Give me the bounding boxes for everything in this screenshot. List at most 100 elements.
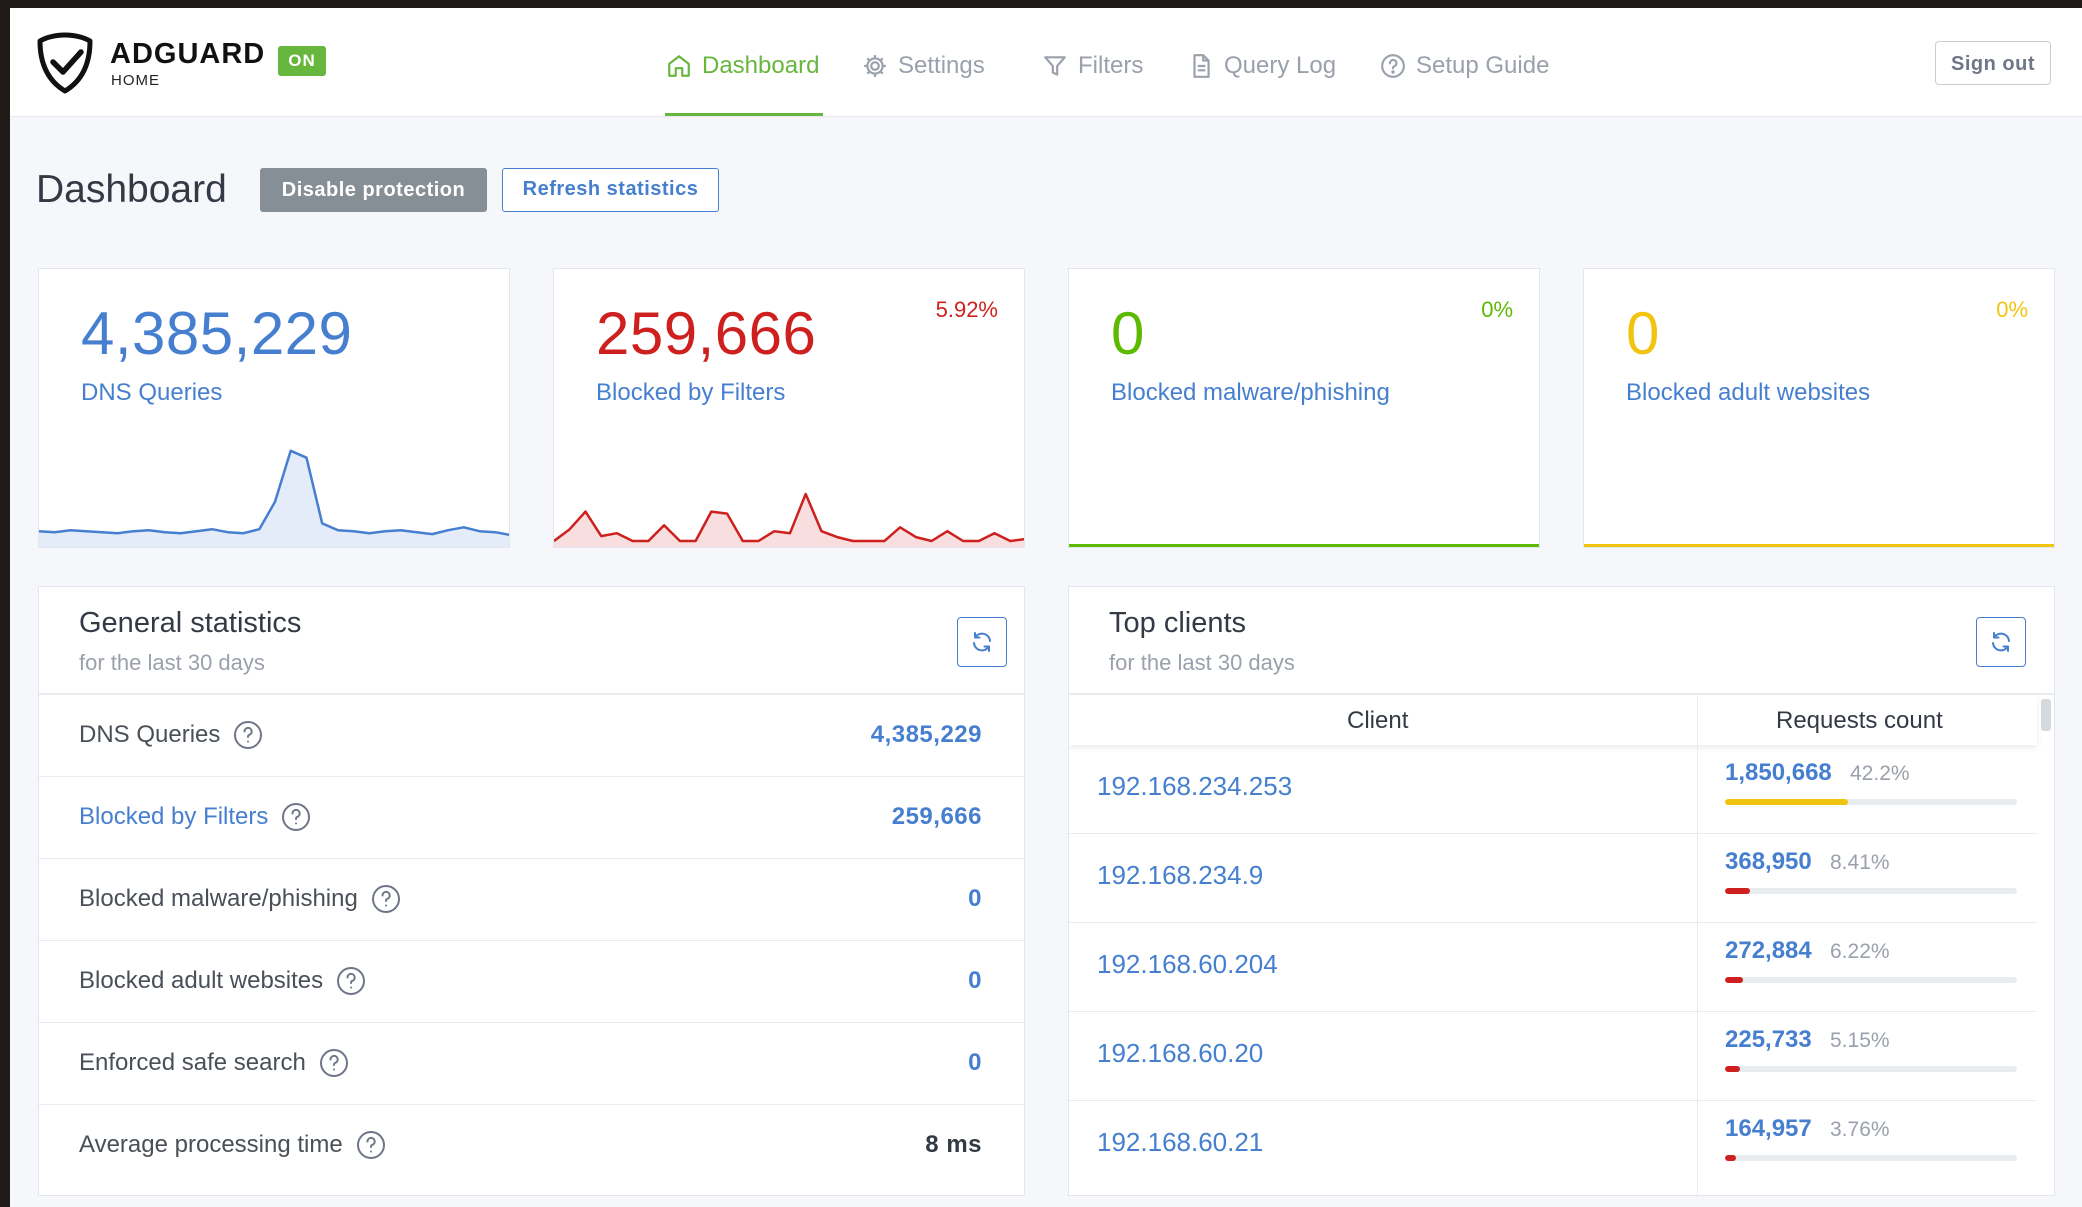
refresh-statistics-button[interactable]: Refresh statistics [502, 168, 719, 212]
client-row: 192.168.60.21 164,957 3.76% [1069, 1101, 2037, 1190]
stat-row-blocked-adult: Blocked adult websites 0 [39, 941, 1024, 1023]
nav-dashboard[interactable]: Dashboard [666, 46, 819, 86]
question-circle-icon[interactable] [318, 1047, 350, 1079]
stat-row-avg-processing-time: Average processing time 8 ms [39, 1105, 1024, 1187]
nav-settings-label: Settings [898, 52, 985, 79]
stat-label-text: Blocked malware/phishing [79, 885, 358, 912]
home-icon [668, 55, 690, 77]
dns-queries-count: 4,385,229 [81, 300, 353, 367]
blocked-adult-label: Blocked adult websites [1626, 379, 1871, 406]
client-request-count: 272,884 [1725, 937, 1812, 964]
sparkline-line [554, 492, 1024, 543]
disable-protection-button[interactable]: Disable protection [260, 168, 487, 212]
nav-query-log-label: Query Log [1224, 52, 1337, 79]
document-icon [1193, 54, 1210, 78]
client-ip-link[interactable]: 192.168.234.9 [1097, 860, 1263, 891]
top-clients-refresh-button[interactable] [1976, 617, 2026, 667]
stat-row-blocked-filters: Blocked by Filters 259,666 [39, 777, 1024, 859]
question-circle-icon[interactable] [280, 801, 312, 833]
client-share-bar [1725, 977, 2017, 983]
blocked-filters-percent: 5.92% [935, 297, 998, 322]
stat-value: 8 ms [925, 1131, 982, 1158]
question-circle-icon[interactable] [335, 965, 367, 997]
blocked-filters-sparkline [554, 492, 1024, 547]
page-title: Dashboard [36, 168, 227, 211]
nav-setup-guide[interactable]: Setup Guide [1380, 46, 1549, 86]
stat-row-blocked-malware: Blocked malware/phishing 0 [39, 859, 1024, 941]
malware-chart-baseline [1069, 544, 1539, 547]
blocked-malware-label: Blocked malware/phishing [1111, 379, 1390, 406]
blocked-filters-card: 259,666 Blocked by Filters 5.92% [553, 268, 1025, 548]
client-share-bar [1725, 799, 2017, 805]
stat-label[interactable]: Blocked by Filters [79, 801, 312, 833]
stat-label-text: DNS Queries [79, 721, 221, 748]
dns-queries-label: DNS Queries [81, 379, 223, 406]
client-request-percent: 6.22% [1830, 940, 1890, 963]
general-statistics-subtitle: for the last 30 days [79, 650, 265, 675]
nav-dashboard-label: Dashboard [702, 52, 820, 79]
stat-value: 259,666 [891, 803, 982, 830]
stat-label: Enforced safe search [79, 1047, 350, 1079]
stat-label: DNS Queries [79, 719, 264, 751]
client-ip-link[interactable]: 192.168.60.21 [1097, 1127, 1263, 1158]
blocked-malware-percent: 0% [1481, 297, 1513, 322]
client-ip-link[interactable]: 192.168.60.20 [1097, 1038, 1263, 1069]
client-share-bar [1725, 1155, 2017, 1161]
blocked-filters-count: 259,666 [596, 300, 817, 367]
app-window: ADGUARD HOME ON Dashboard Settings Filte… [10, 8, 2082, 1207]
client-share-bar-fill [1725, 888, 1750, 894]
top-header: ADGUARD HOME ON Dashboard Settings Filte… [10, 8, 2082, 117]
question-circle-icon[interactable] [355, 1129, 387, 1161]
blocked-adult-percent: 0% [1996, 297, 2028, 322]
nav-filters[interactable]: Filters [1042, 46, 1143, 86]
top-clients-panel: Top clients for the last 30 days Client … [1068, 586, 2055, 1196]
brand-subtitle: HOME [111, 72, 160, 89]
blocked-filters-label: Blocked by Filters [596, 379, 786, 406]
stat-row-safe-search: Enforced safe search 0 [39, 1023, 1024, 1105]
top-clients-title: Top clients [1109, 607, 1247, 639]
stat-value: 0 [968, 967, 982, 994]
nav-settings[interactable]: Settings [862, 46, 985, 86]
client-ip-link[interactable]: 192.168.60.204 [1097, 949, 1278, 980]
client-row: 192.168.234.9 368,950 8.41% [1069, 834, 2037, 923]
nav-filters-label: Filters [1078, 52, 1144, 79]
refresh-icon [973, 632, 991, 652]
sign-out-button[interactable]: Sign out [1935, 41, 2051, 85]
stat-row-dns-queries: DNS Queries 4,385,229 [39, 695, 1024, 777]
client-share-bar-fill [1725, 1155, 1736, 1161]
stat-label-text: Average processing time [79, 1131, 343, 1158]
question-circle-icon[interactable] [370, 883, 402, 915]
general-statistics-title: General statistics [79, 607, 302, 639]
gear-icon [864, 55, 886, 77]
general-statistics-refresh-button[interactable] [957, 617, 1007, 667]
general-statistics-panel: General statistics for the last 30 days … [38, 586, 1025, 1196]
question-circle-icon[interactable] [232, 719, 264, 751]
stat-label-text[interactable]: Blocked by Filters [79, 803, 268, 831]
nav-query-log[interactable]: Query Log [1188, 46, 1336, 86]
client-row: 192.168.234.253 1,850,668 42.2% [1069, 745, 2037, 834]
client-row: 192.168.60.20 225,733 5.15% [1069, 1012, 2037, 1101]
blocked-malware-card: 0 Blocked malware/phishing 0% [1068, 268, 1540, 548]
client-request-percent: 3.76% [1830, 1118, 1890, 1141]
table-scrollbar[interactable] [2041, 699, 2051, 731]
client-ip-link[interactable]: 192.168.234.253 [1097, 771, 1292, 802]
stat-label-text: Enforced safe search [79, 1049, 306, 1076]
client-request-count: 225,733 [1725, 1026, 1812, 1053]
stat-label: Blocked malware/phishing [79, 883, 402, 915]
client-share-bar-fill [1725, 1066, 1741, 1072]
column-header-requests-count[interactable]: Requests count [1776, 707, 1943, 735]
blocked-adult-card: 0 Blocked adult websites 0% [1583, 268, 2055, 548]
brand-name: ADGUARD [110, 38, 266, 70]
help-circle-icon [1381, 54, 1405, 78]
refresh-icon [1992, 632, 2010, 652]
stat-value: 0 [968, 885, 982, 912]
client-request-percent: 8.41% [1830, 851, 1890, 874]
client-share-bar-fill [1725, 977, 1744, 983]
filter-icon [1044, 56, 1066, 76]
client-share-bar-fill [1725, 799, 1849, 805]
active-nav-indicator [665, 113, 823, 116]
clients-table-header: Client Requests count [1069, 695, 2037, 745]
stat-label: Blocked adult websites [79, 965, 367, 997]
column-header-client[interactable]: Client [1347, 707, 1408, 735]
stat-value: 0 [968, 1049, 982, 1076]
